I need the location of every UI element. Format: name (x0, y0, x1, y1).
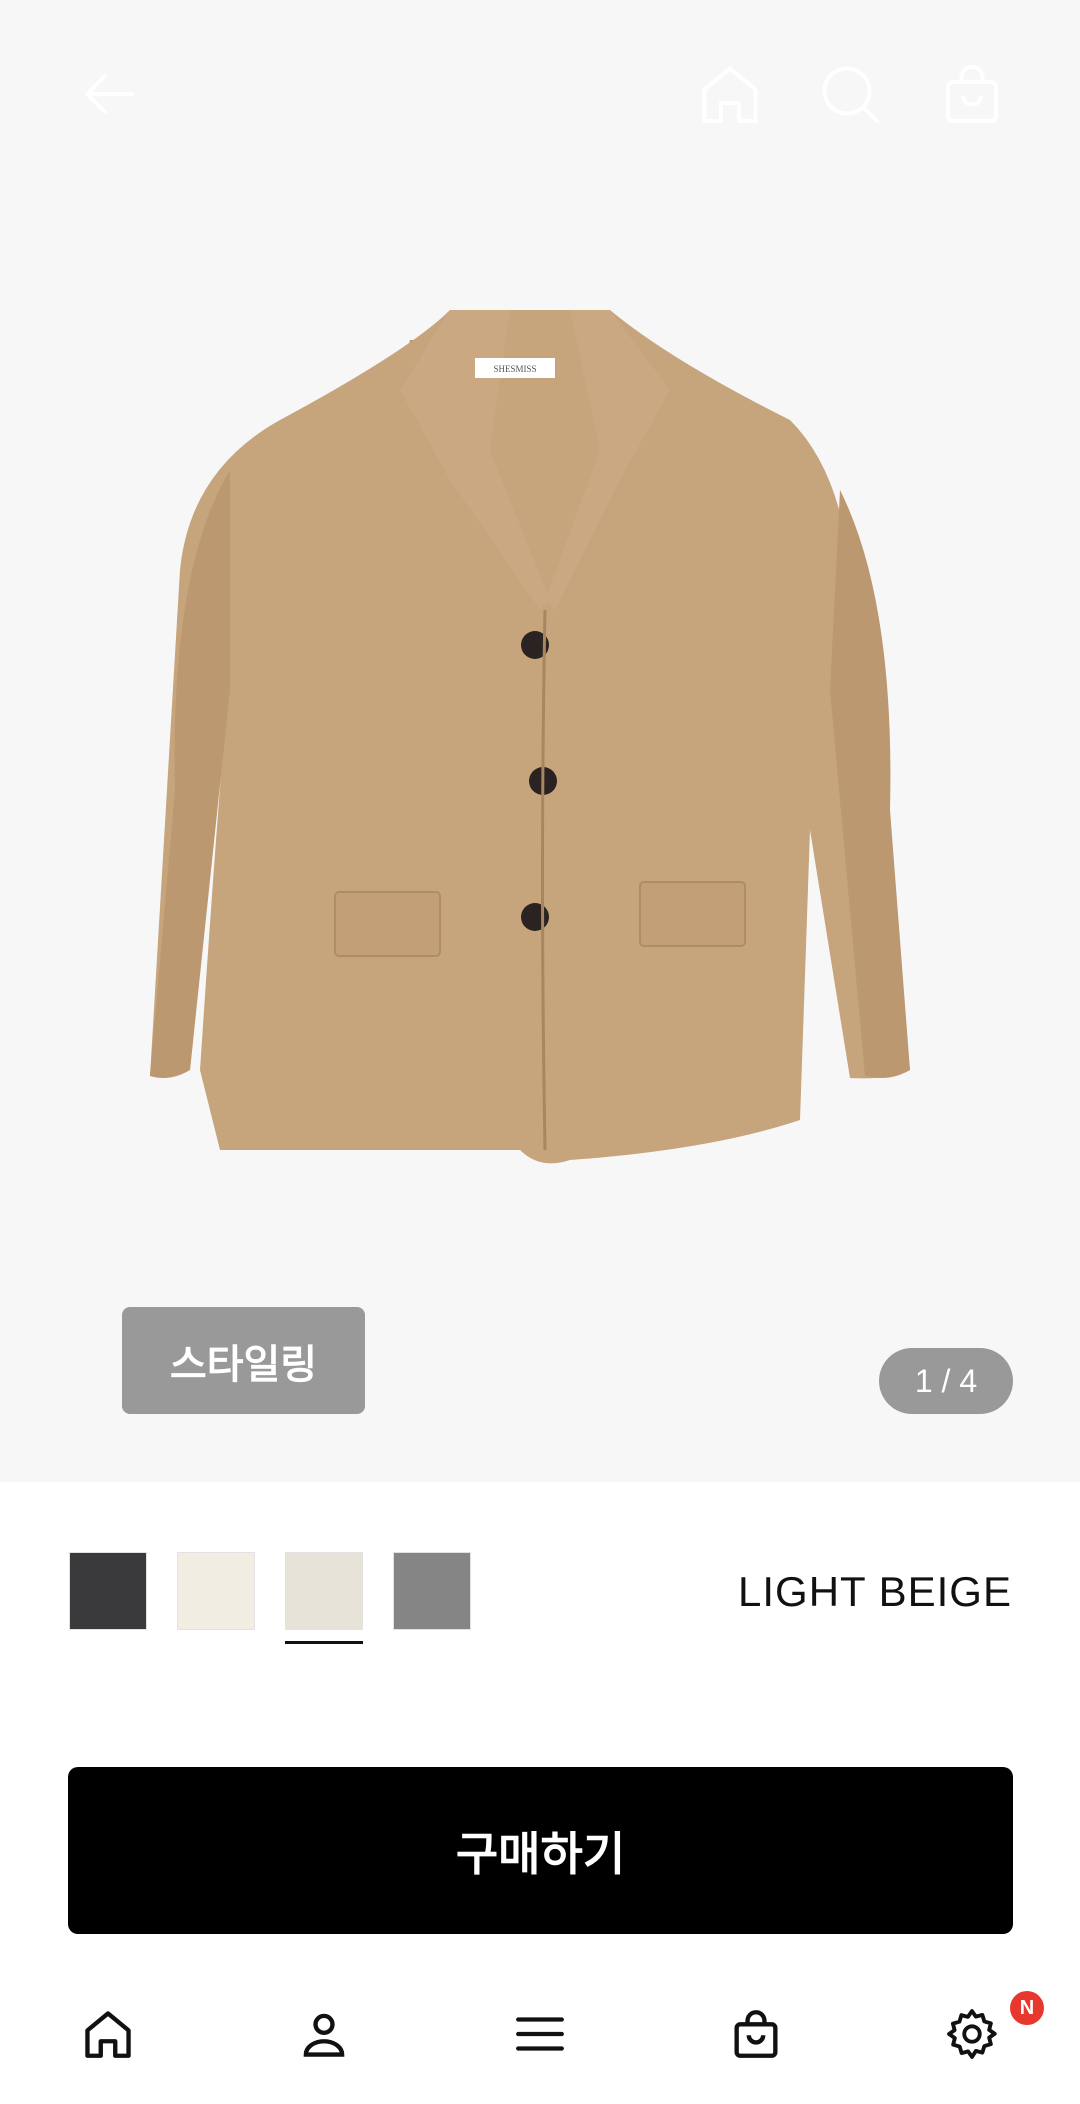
color-swatch[interactable] (177, 1552, 255, 1630)
top-bar (0, 0, 1080, 190)
menu-icon[interactable] (500, 1994, 580, 2074)
color-swatch[interactable] (69, 1552, 147, 1630)
image-page-indicator: 1 / 4 (879, 1348, 1013, 1414)
bottom-nav (0, 1960, 1080, 2104)
settings-notification-badge: N (1010, 1991, 1044, 2025)
color-swatch-selected[interactable] (285, 1552, 363, 1630)
product-hero: SHESMISS 스타일링 1 / 4 (0, 0, 1080, 1482)
search-icon[interactable] (810, 54, 890, 134)
styling-button[interactable]: 스타일링 (122, 1307, 365, 1414)
home-icon[interactable] (68, 1994, 148, 2074)
shopping-bag-icon[interactable] (716, 1994, 796, 2074)
selected-swatch-indicator (285, 1641, 363, 1644)
arrow-left-icon[interactable] (68, 54, 148, 134)
scrolled-content-peek (68, 1718, 1012, 1740)
selected-color-name: LIGHT BEIGE (738, 1568, 1012, 1615)
buy-button[interactable]: 구매하기 (68, 1767, 1013, 1934)
shopping-bag-icon[interactable] (932, 54, 1012, 134)
color-swatch[interactable] (393, 1552, 471, 1630)
garment-label: SHESMISS (493, 364, 536, 374)
gear-icon[interactable] (932, 1994, 1012, 2074)
home-icon[interactable] (690, 54, 770, 134)
user-icon[interactable] (284, 1994, 364, 2074)
product-image[interactable]: SHESMISS (150, 270, 930, 1210)
